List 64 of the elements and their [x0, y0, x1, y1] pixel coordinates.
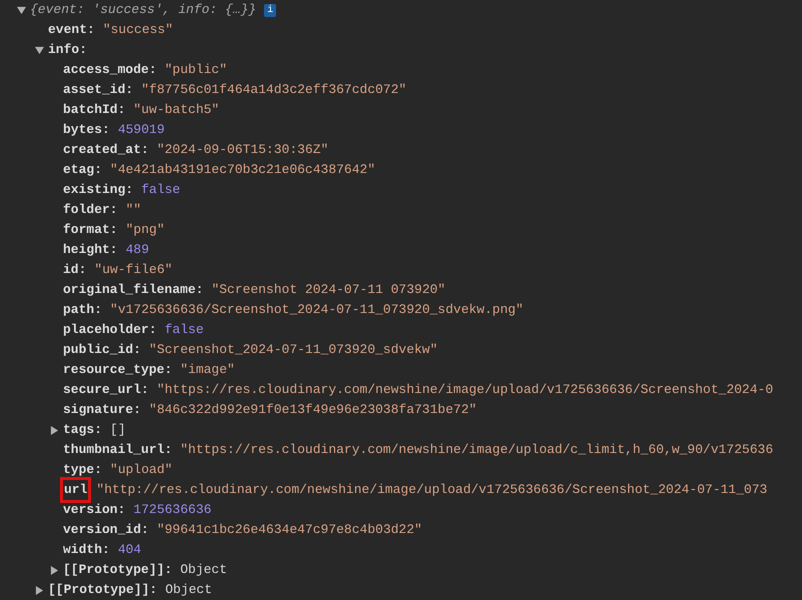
property-key: [[Prototype]]: [48, 580, 158, 600]
property-value: "public" [164, 61, 228, 80]
property-value: false [141, 181, 180, 200]
property-key: original_filename: [63, 280, 204, 300]
property-key: type: [63, 460, 102, 480]
property-value: "uw-batch5" [133, 101, 220, 120]
property-key: bytes: [63, 120, 110, 140]
collapsed-triangle-icon[interactable] [50, 426, 59, 434]
property-value: 489 [126, 241, 150, 260]
property-value: "png" [126, 221, 165, 240]
property-value: "success" [102, 21, 174, 40]
property-key: version: [63, 500, 126, 520]
property-value: "99641c1bc26e4634e47c97e8c4b03d22" [156, 521, 422, 540]
expanded-triangle-icon[interactable] [35, 46, 44, 54]
collapsed-triangle-icon[interactable] [50, 566, 59, 574]
property-value: Object [180, 561, 228, 580]
property-value: "4e421ab43191ec70b3c21e06c4387642" [110, 161, 376, 180]
property-value: "Screenshot 2024-07-11 073920" [211, 281, 446, 300]
property-key: info: [48, 40, 88, 60]
property-key: secure_url: [63, 380, 149, 400]
property-value: "f87756c01f464a14d3c2eff367cdc072" [141, 81, 406, 100]
property-value: "846c322d992e91f0e13f49e96e23038fa731be72" [149, 401, 477, 420]
property-value: "image" [180, 361, 235, 380]
property-value: 1725636636 [133, 501, 212, 520]
property-key: version_id: [63, 520, 149, 540]
property-value: "Screenshot_2024-07-11_073920_sdvekw" [149, 341, 438, 360]
property-key: [[Prototype]]: [63, 560, 172, 580]
info-badge[interactable]: i [264, 4, 276, 16]
property-value: "https://res.cloudinary.com/newshine/image/upload/v1725636636/Screenshot_2024-0 [156, 381, 774, 400]
property-key: width: [63, 540, 110, 560]
property-value: "2024-09-06T15:30:36Z" [156, 141, 328, 160]
property-key: public_id: [63, 340, 142, 360]
property-key: placeholder: [63, 320, 157, 340]
property-key: created_at: [63, 140, 149, 160]
expanded-triangle-icon[interactable] [17, 6, 26, 14]
property-value: "v1725636636/Screenshot_2024-07-11_073920_sdvekw.png" [110, 301, 524, 320]
collapsed-triangle-icon[interactable] [35, 586, 44, 594]
property-value: "upload" [110, 461, 172, 480]
property-key: signature: [63, 400, 142, 420]
property-value: "http://res.cloudinary.com/newshine/image/upload/v1725636636/Screenshot_2024-07-11_073 [96, 481, 768, 500]
property-value: "uw-file6" [94, 261, 172, 280]
property-value: [] [110, 421, 126, 440]
property-key: path: [63, 300, 102, 320]
property-key: asset_id: [63, 80, 134, 100]
property-key: etag: [63, 160, 102, 180]
property-key: existing: [63, 180, 134, 200]
property-key: url [63, 480, 88, 500]
property-value: Object [165, 581, 212, 600]
property-value: "" [126, 201, 142, 220]
property-value: false [164, 321, 204, 340]
property-key: folder: [63, 200, 118, 220]
property-key: tags: [63, 420, 102, 440]
property-value: 404 [118, 541, 142, 560]
property-key: height: [63, 240, 118, 260]
property-value: 459019 [118, 121, 165, 140]
property-key: batchId: [63, 100, 126, 120]
property-key: event: [48, 20, 95, 40]
property-key: access_mode: [63, 60, 157, 80]
property-key: thumbnail_url: [63, 440, 172, 460]
property-key: id: [63, 260, 86, 280]
object-preview[interactable]: {event: 'success', info: {…}} [30, 0, 256, 20]
property-value: "https://res.cloudinary.com/newshine/image/upload/c_limit,h_60,w_90/v1725636 [180, 441, 774, 460]
property-key: resource_type: [63, 360, 172, 380]
property-key: format: [63, 220, 118, 240]
